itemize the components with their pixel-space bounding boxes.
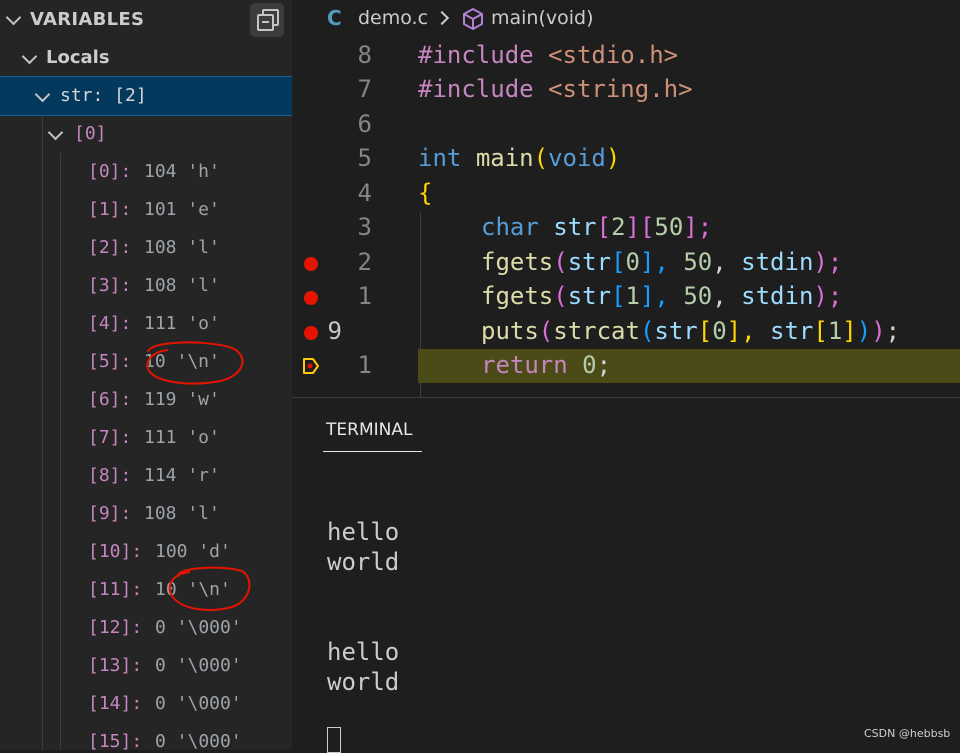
code-line: 1 fgets(str[1], 50, stdin); (292, 280, 960, 314)
line-number: 6 (357, 110, 372, 138)
code-line: 9 puts(strcat(str[0], str[1])); (292, 315, 960, 349)
terminal-cursor[interactable] (327, 727, 341, 753)
c-file-icon: C (327, 6, 342, 30)
code-line: 7 #include <string.h> (292, 73, 960, 107)
terminal-line: hello (327, 518, 400, 546)
terminal-line: world (327, 668, 400, 696)
code-line-current: 1 return 0; (292, 349, 960, 383)
line-number: 7 (357, 75, 372, 103)
line-number: 8 (357, 41, 372, 69)
line-number: 3 (357, 213, 372, 241)
code-line: 4 { (292, 177, 960, 211)
bottom-panel: TERMINAL hello world hello world (292, 397, 960, 753)
line-number: 1 (357, 351, 372, 379)
chevron-right-icon (434, 10, 450, 26)
variables-panel: VARIABLES Locals str: [2] [0] [0]: 104 'h… (0, 0, 292, 750)
breadcrumb-function[interactable]: main(void) (491, 7, 594, 29)
annotation-circle (168, 566, 251, 611)
terminal-line: world (327, 548, 400, 576)
line-number: 5 (357, 144, 372, 172)
code-line: 8 #include <stdio.h> (292, 39, 960, 73)
breadcrumb-file[interactable]: demo.c (358, 7, 428, 29)
function-cube-icon (463, 8, 483, 30)
code-line: 6 (292, 108, 960, 142)
code-line: 2 fgets(str[0], 50, stdin); (292, 246, 960, 280)
line-number: 2 (357, 248, 372, 276)
line-number-current: 9 (327, 317, 342, 345)
line-number: 4 (357, 179, 372, 207)
watermark: CSDN @hebbsb (864, 727, 951, 740)
terminal-line: hello (327, 638, 400, 666)
annotation-overlay (146, 341, 251, 611)
breadcrumb: C demo.c main(void) (292, 0, 960, 38)
annotation-circle (146, 341, 244, 385)
line-number: 1 (357, 282, 372, 310)
tab-terminal[interactable]: TERMINAL (326, 420, 412, 440)
code-line: 3 char str[2][50]; (292, 211, 960, 245)
active-tab-indicator (323, 451, 422, 452)
code-line: 5 int main(void) (292, 142, 960, 176)
code-editor[interactable]: C demo.c main(void) 8 #include <stdio.h>… (292, 0, 960, 397)
